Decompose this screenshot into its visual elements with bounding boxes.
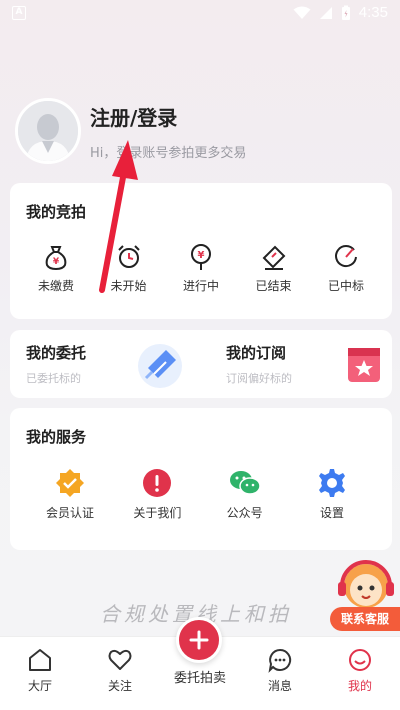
service-member-verify-label: 会员认证: [45, 506, 94, 520]
yuan-pin-icon: ¥: [191, 244, 211, 270]
nav-follow[interactable]: 关注: [90, 647, 150, 694]
wifi-icon: [293, 6, 311, 19]
bidding-unpaid-label: 未缴费: [37, 279, 74, 293]
nav-message-label: 消息: [267, 679, 292, 693]
alarm-clock-icon: [117, 245, 140, 268]
nav-mine[interactable]: 我的: [330, 647, 390, 694]
verified-badge-icon: [56, 469, 84, 497]
entrust-title: 我的委托: [26, 344, 87, 362]
entrust-auction-label[interactable]: 委托拍卖: [160, 667, 240, 686]
my-bidding-title: 我的竞拍: [26, 203, 87, 221]
my-services-title: 我的服务: [26, 428, 87, 446]
service-official-account-label: 公众号: [226, 506, 263, 520]
clock: 4:35: [358, 4, 388, 21]
entrust-auction-button[interactable]: [176, 617, 222, 663]
status-bar: A 4:35: [0, 0, 400, 28]
services-row: 会员认证 关于我们 公众号 设置: [38, 468, 364, 521]
smile-icon: [349, 649, 371, 671]
bidding-row: ¥ 未缴费 未开始 ¥ 进行中 已结束 已中标: [24, 243, 378, 294]
service-about-us-label: 关于我们: [133, 506, 182, 520]
my-entrust[interactable]: 我的委托 已委托标的: [10, 330, 200, 398]
service-official-account[interactable]: 公众号: [213, 468, 277, 521]
ticket-icon: [262, 245, 285, 270]
nav-hall[interactable]: 大厅: [10, 647, 70, 694]
bidding-ended[interactable]: 已结束: [242, 243, 306, 294]
entrust-illustration-icon: [138, 344, 182, 388]
nav-hall-label: 大厅: [27, 679, 52, 693]
entrust-subtitle: 已委托标的: [26, 372, 81, 385]
bidding-in-progress[interactable]: ¥ 进行中: [169, 243, 233, 294]
service-settings[interactable]: 设置: [300, 468, 364, 521]
plus-icon: [189, 630, 209, 650]
my-bidding-card: 我的竞拍 ¥ 未缴费 未开始 ¥ 进行中 已结束 已中标: [10, 183, 392, 319]
bidding-ended-label: 已结束: [255, 279, 292, 293]
app-notification-icon: A: [12, 6, 26, 20]
money-bag-icon: ¥: [45, 246, 67, 271]
subscribe-title: 我的订阅: [226, 344, 287, 362]
heart-icon: [108, 649, 132, 670]
wechat-icon: [229, 471, 261, 495]
svg-text:¥: ¥: [53, 257, 60, 267]
bidding-won-label: 已中标: [327, 279, 364, 293]
subscribe-subtitle: 订阅偏好标的: [226, 372, 292, 385]
gear-icon: [318, 469, 345, 497]
service-settings-label: 设置: [319, 506, 344, 520]
customer-service-button[interactable]: 联系客服: [330, 607, 400, 631]
avatar[interactable]: [15, 98, 81, 164]
signal-icon: [319, 6, 332, 19]
bidding-unpaid[interactable]: ¥ 未缴费: [24, 243, 88, 294]
login-title[interactable]: 注册/登录: [90, 102, 177, 131]
subscribe-illustration-icon: [348, 348, 380, 382]
my-subscribe[interactable]: 我的订阅 订阅偏好标的: [210, 330, 392, 398]
service-member-verify[interactable]: 会员认证: [38, 468, 102, 521]
nav-mine-label: 我的: [347, 679, 372, 693]
login-subtitle[interactable]: Hi，登录账号参拍更多交易: [90, 142, 246, 161]
nav-message[interactable]: 消息: [250, 647, 310, 694]
status-right: 4:35: [293, 4, 388, 21]
gauge-icon: [335, 245, 357, 268]
my-services-card: 我的服务 会员认证 关于我们 公众号 设置: [10, 408, 392, 550]
entrust-subscribe-card: 我的委托 已委托标的 我的订阅 订阅偏好标的: [10, 330, 392, 398]
battery-icon: [341, 5, 350, 20]
home-icon: [29, 649, 51, 671]
bidding-in-progress-label: 进行中: [182, 279, 219, 293]
bidding-won[interactable]: 已中标: [314, 243, 378, 294]
bidding-not-started[interactable]: 未开始: [97, 243, 161, 294]
bidding-not-started-label: 未开始: [110, 279, 147, 293]
svg-text:¥: ¥: [198, 250, 205, 261]
alert-icon: [143, 469, 172, 497]
message-icon: [268, 648, 292, 673]
nav-follow-label: 关注: [107, 679, 132, 693]
service-about-us[interactable]: 关于我们: [125, 468, 189, 521]
